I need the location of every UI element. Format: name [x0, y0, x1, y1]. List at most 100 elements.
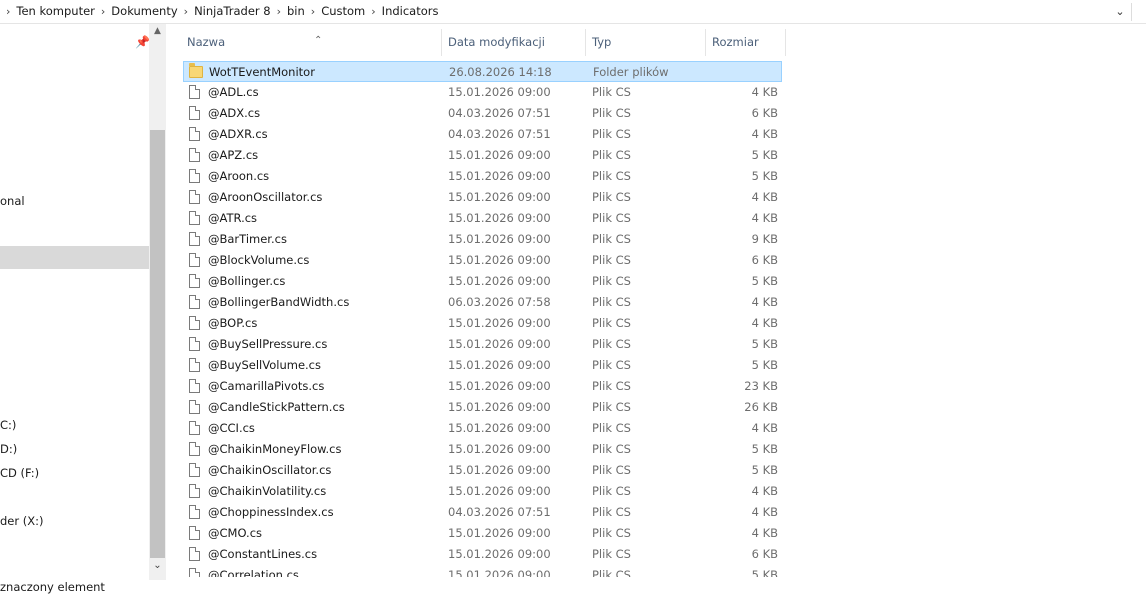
folder-row[interactable]: WotTEventMonitor 26.08.2026 14:18 Folder p…	[183, 61, 782, 82]
file-type: Plik CS	[592, 316, 631, 330]
file-size: 26 KB	[744, 400, 778, 414]
breadcrumb-separator-icon[interactable]: ›	[305, 5, 321, 18]
file-size: 5 KB	[751, 568, 778, 577]
file-row[interactable]: @BarTimer.cs 15.01.2026 09:00 Plik CS 9 KB	[183, 229, 782, 250]
nav-item-drive-f[interactable]: CD (F:)	[0, 466, 39, 480]
file-row[interactable]: @ChaikinVolatility.cs 15.01.2026 09:00 Pli…	[183, 481, 782, 502]
file-row[interactable]: @ADL.cs 15.01.2026 09:00 Plik CS 4 KB	[183, 82, 782, 103]
breadcrumb-item[interactable]: bin	[287, 4, 305, 18]
file-date: 15.01.2026 09:00	[448, 379, 551, 393]
column-header-date[interactable]: Data modyfikacji	[442, 29, 586, 56]
file-name: @BuySellVolume.cs	[208, 358, 321, 372]
breadcrumb-separator-icon[interactable]: ›	[0, 5, 16, 18]
file-row[interactable]: @AroonOscillator.cs 15.01.2026 09:00 Plik …	[183, 187, 782, 208]
file-icon	[189, 547, 202, 562]
file-name: @ChaikinOscillator.cs	[208, 463, 332, 477]
file-row[interactable]: @BOP.cs 15.01.2026 09:00 Plik CS 4 KB	[183, 313, 782, 334]
file-row[interactable]: @ConstantLines.cs 15.01.2026 09:00 Plik CS…	[183, 544, 782, 565]
file-name: @CamarillaPivots.cs	[208, 379, 325, 393]
file-size: 5 KB	[751, 442, 778, 456]
file-size	[719, 62, 779, 83]
file-row[interactable]: @CMO.cs 15.01.2026 09:00 Plik CS 4 KB	[183, 523, 782, 544]
file-row[interactable]: @BlockVolume.cs 15.01.2026 09:00 Plik CS 6 …	[183, 250, 782, 271]
file-name: @BarTimer.cs	[208, 232, 287, 246]
column-type-label: Typ	[592, 35, 612, 49]
column-header-size[interactable]: Rozmiar	[706, 29, 786, 56]
file-icon	[189, 127, 202, 142]
scroll-up-icon[interactable]: ▲	[149, 26, 166, 36]
breadcrumb-item[interactable]: Indicators	[382, 4, 439, 18]
file-size: 4 KB	[751, 505, 778, 519]
breadcrumb-item[interactable]: NinjaTrader 8	[194, 4, 271, 18]
file-name: @APZ.cs	[208, 148, 259, 162]
nav-item-drive-c[interactable]: C:)	[0, 418, 16, 432]
pin-icon[interactable]: 📌	[135, 35, 150, 49]
breadcrumb-item[interactable]: Custom	[321, 4, 365, 18]
file-date: 04.03.2026 07:51	[448, 505, 551, 519]
file-date: 15.01.2026 09:00	[448, 211, 551, 225]
file-row[interactable]: @CandleStickPattern.cs 15.01.2026 09:00 Pl…	[183, 397, 782, 418]
file-date: 15.01.2026 09:00	[448, 253, 551, 267]
file-name: @ChaikinMoneyFlow.cs	[208, 442, 342, 456]
breadcrumb-separator-icon[interactable]: ›	[95, 5, 111, 18]
file-row[interactable]: @CamarillaPivots.cs 15.01.2026 09:00 Plik …	[183, 376, 782, 397]
file-date: 04.03.2026 07:51	[448, 106, 551, 120]
chevron-down-icon[interactable]: ⌄	[1111, 3, 1129, 21]
file-date: 15.01.2026 09:00	[448, 484, 551, 498]
file-row[interactable]: @ChaikinMoneyFlow.cs 15.01.2026 09:00 Plik…	[183, 439, 782, 460]
sort-ascending-icon: ⌃	[314, 35, 323, 46]
file-icon	[189, 148, 202, 163]
file-row[interactable]: @BuySellPressure.cs 15.01.2026 09:00 Plik …	[183, 334, 782, 355]
nav-selected-item[interactable]	[0, 246, 149, 269]
refresh-button[interactable]	[1131, 3, 1146, 21]
nav-item-drive-x[interactable]: der (X:)	[0, 514, 43, 528]
breadcrumb-separator-icon[interactable]: ›	[365, 5, 381, 18]
file-list: ⌃ Nazwa Data modyfikacji Typ Rozmiar Wot…	[175, 24, 1146, 577]
scrollbar-thumb[interactable]	[150, 130, 165, 558]
breadcrumb-separator-icon[interactable]: ›	[271, 5, 287, 18]
file-type: Plik CS	[592, 463, 631, 477]
file-row[interactable]: @BuySellVolume.cs 15.01.2026 09:00 Plik CS…	[183, 355, 782, 376]
file-row[interactable]: @ChoppinessIndex.cs 04.03.2026 07:51 Plik …	[183, 502, 782, 523]
column-header-name[interactable]: ⌃ Nazwa	[181, 29, 442, 56]
breadcrumb-separator-icon[interactable]: ›	[178, 5, 194, 18]
file-name: @CandleStickPattern.cs	[208, 400, 345, 414]
address-bar[interactable]: › Ten komputer › Dokumenty › NinjaTrader 8 › bi…	[0, 0, 1146, 24]
file-date: 15.01.2026 09:00	[448, 358, 551, 372]
file-row[interactable]: @BollingerBandWidth.cs 06.03.2026 07:58 Pl…	[183, 292, 782, 313]
file-name: WotTEventMonitor	[209, 65, 315, 79]
file-row[interactable]: @Correlation.cs 15.01.2026 09:00 Plik CS 5 …	[183, 565, 782, 577]
breadcrumb-item[interactable]: Dokumenty	[111, 4, 177, 18]
file-name: @ATR.cs	[208, 211, 258, 225]
nav-item-drive-d[interactable]: D:)	[0, 442, 17, 456]
file-type: Plik CS	[592, 85, 631, 99]
file-type: Plik CS	[592, 169, 631, 183]
file-size: 6 KB	[751, 547, 778, 561]
breadcrumb-item[interactable]: Ten komputer	[16, 4, 94, 18]
nav-item-onal[interactable]: onal	[0, 194, 25, 208]
file-row[interactable]: @ADX.cs 04.03.2026 07:51 Plik CS 6 KB	[183, 103, 782, 124]
file-icon	[189, 568, 202, 577]
column-date-label: Data modyfikacji	[448, 35, 545, 49]
file-type: Plik CS	[592, 106, 631, 120]
file-row[interactable]: @Aroon.cs 15.01.2026 09:00 Plik CS 5 KB	[183, 166, 782, 187]
file-type: Plik CS	[592, 337, 631, 351]
file-size: 4 KB	[751, 211, 778, 225]
file-icon	[189, 379, 202, 394]
file-size: 5 KB	[751, 358, 778, 372]
file-row[interactable]: @APZ.cs 15.01.2026 09:00 Plik CS 5 KB	[183, 145, 782, 166]
file-row[interactable]: @ATR.cs 15.01.2026 09:00 Plik CS 4 KB	[183, 208, 782, 229]
file-name: @BlockVolume.cs	[208, 253, 310, 267]
file-size: 4 KB	[751, 190, 778, 204]
nav-scrollbar[interactable]: ▲ ⌄	[149, 24, 166, 580]
column-header-type[interactable]: Typ	[586, 29, 706, 56]
scroll-down-icon[interactable]: ⌄	[149, 560, 166, 571]
file-row[interactable]: @ADXR.cs 04.03.2026 07:51 Plik CS 4 KB	[183, 124, 782, 145]
file-row[interactable]: @ChaikinOscillator.cs 15.01.2026 09:00 Pli…	[183, 460, 782, 481]
file-icon	[189, 106, 202, 121]
file-icon	[189, 337, 202, 352]
file-row[interactable]: @CCI.cs 15.01.2026 09:00 Plik CS 4 KB	[183, 418, 782, 439]
file-date: 15.01.2026 09:00	[448, 568, 551, 577]
file-name: @ConstantLines.cs	[208, 547, 318, 561]
file-row[interactable]: @Bollinger.cs 15.01.2026 09:00 Plik CS 5 KB	[183, 271, 782, 292]
